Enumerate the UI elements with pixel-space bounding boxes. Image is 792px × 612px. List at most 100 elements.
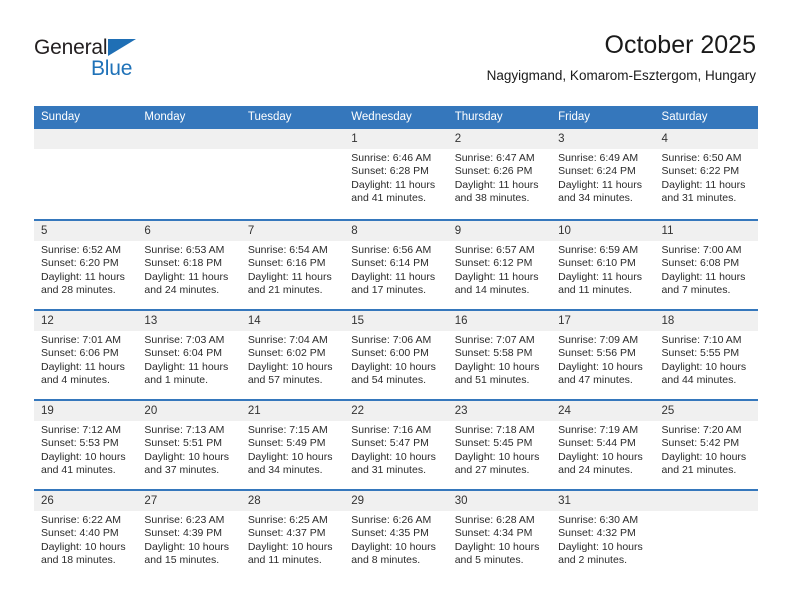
calendar-day-cell[interactable]: 8 Sunrise: 6:56 AM Sunset: 6:14 PM Daylight… <box>344 219 448 309</box>
day-details: Sunrise: 7:10 AM Sunset: 5:55 PM Daylight:… <box>655 331 758 388</box>
sunrise-text: Sunrise: 7:03 AM <box>144 334 225 346</box>
daylight-text-line1: Daylight: 10 hours <box>661 450 747 463</box>
day-number: 7 <box>240 221 345 241</box>
day-details: Sunrise: 6:23 AM Sunset: 4:39 PM Daylight:… <box>137 511 240 568</box>
calendar-week-row: 1 Sunrise: 6:46 AM Sunset: 6:28 PM Daylight… <box>34 129 758 219</box>
sunrise-text: Sunrise: 7:18 AM <box>454 424 535 436</box>
calendar-day-cell[interactable]: 1 Sunrise: 6:46 AM Sunset: 6:28 PM Daylight… <box>344 129 448 219</box>
daylight-text-line1: Daylight: 11 hours <box>247 270 332 283</box>
sunrise-text: Sunrise: 7:20 AM <box>661 424 742 436</box>
calendar-day-cell[interactable]: 3 Sunrise: 6:49 AM Sunset: 6:24 PM Daylight… <box>551 129 655 219</box>
calendar-day-cell[interactable]: 11 Sunrise: 7:00 AM Sunset: 6:08 PM Dayligh… <box>654 219 758 309</box>
daylight-text-line2: and 11 minutes. <box>247 554 322 567</box>
daylight-text-line2: and 27 minutes. <box>454 464 530 477</box>
calendar-day-cell[interactable]: 29 Sunrise: 6:26 AM Sunset: 4:35 PM Dayligh… <box>344 489 448 579</box>
daylight-text-line1: Daylight: 11 hours <box>454 178 539 191</box>
calendar-day-cell[interactable]: 15 Sunrise: 7:06 AM Sunset: 6:00 PM Dayligh… <box>344 309 448 399</box>
day-cell-inner: 1 Sunrise: 6:46 AM Sunset: 6:28 PM Daylight… <box>344 129 448 219</box>
sunrise-text: Sunrise: 7:19 AM <box>558 424 639 436</box>
day-number: 12 <box>34 311 138 331</box>
daylight-text-line2: and 51 minutes. <box>454 374 530 387</box>
calendar-day-cell[interactable]: 28 Sunrise: 6:25 AM Sunset: 4:37 PM Dayligh… <box>240 489 345 579</box>
daylight-text-line1: Daylight: 10 hours <box>247 450 333 463</box>
calendar-day-cell[interactable]: 21 Sunrise: 7:15 AM Sunset: 5:49 PM Dayligh… <box>240 399 345 489</box>
calendar-day-cell[interactable]: 26 Sunrise: 6:22 AM Sunset: 4:40 PM Dayligh… <box>34 489 138 579</box>
day-cell-inner: 21 Sunrise: 7:15 AM Sunset: 5:49 PM Dayligh… <box>240 399 345 489</box>
sunset-text: Sunset: 4:39 PM <box>144 527 223 540</box>
page-header: General Blue October 2025 Nagyigmand, Ko… <box>0 0 792 104</box>
day-details: Sunrise: 6:22 AM Sunset: 4:40 PM Daylight:… <box>34 511 137 568</box>
sunrise-text: Sunrise: 6:47 AM <box>454 152 535 164</box>
sunrise-text: Sunrise: 7:10 AM <box>661 334 742 346</box>
sunrise-text: Sunrise: 6:26 AM <box>351 514 432 526</box>
calendar-day-cell[interactable]: 17 Sunrise: 7:09 AM Sunset: 5:56 PM Dayligh… <box>551 309 655 399</box>
daylight-text-line1: Daylight: 10 hours <box>661 360 747 373</box>
daylight-text-line1: Daylight: 10 hours <box>247 360 333 373</box>
calendar-day-cell[interactable]: 22 Sunrise: 7:16 AM Sunset: 5:47 PM Dayligh… <box>344 399 448 489</box>
calendar-day-cell[interactable]: 6 Sunrise: 6:53 AM Sunset: 6:18 PM Daylight… <box>137 219 241 309</box>
sunset-text: Sunset: 5:44 PM <box>558 437 636 450</box>
day-number: 27 <box>137 491 241 511</box>
day-cell-inner: 5 Sunrise: 6:52 AM Sunset: 6:20 PM Daylight… <box>34 219 138 309</box>
day-number: 26 <box>34 491 138 511</box>
day-details: Sunrise: 7:01 AM Sunset: 6:06 PM Daylight:… <box>34 331 137 388</box>
daylight-text-line2: and 4 minutes. <box>41 374 110 387</box>
daylight-text-line1: Daylight: 10 hours <box>351 450 436 463</box>
sunset-text: Sunset: 4:37 PM <box>247 527 326 540</box>
day-cell-inner: 19 Sunrise: 7:12 AM Sunset: 5:53 PM Dayligh… <box>34 399 138 489</box>
calendar-day-cell[interactable]: 5 Sunrise: 6:52 AM Sunset: 6:20 PM Daylight… <box>34 219 138 309</box>
sunset-text: Sunset: 6:22 PM <box>661 165 740 178</box>
calendar-day-cell[interactable]: 9 Sunrise: 6:57 AM Sunset: 6:12 PM Daylight… <box>447 219 552 309</box>
day-cell-inner: 7 Sunrise: 6:54 AM Sunset: 6:16 PM Daylight… <box>240 219 345 309</box>
day-number: 15 <box>344 311 448 331</box>
calendar-day-cell[interactable] <box>137 129 241 219</box>
calendar-day-cell[interactable]: 27 Sunrise: 6:23 AM Sunset: 4:39 PM Dayligh… <box>137 489 241 579</box>
sunset-text: Sunset: 5:47 PM <box>351 437 429 450</box>
calendar-day-cell[interactable]: 25 Sunrise: 7:20 AM Sunset: 5:42 PM Dayligh… <box>654 399 758 489</box>
daylight-text-line2: and 44 minutes. <box>661 374 737 387</box>
day-number: 14 <box>240 311 345 331</box>
calendar-day-cell[interactable]: 10 Sunrise: 6:59 AM Sunset: 6:10 PM Dayligh… <box>551 219 655 309</box>
calendar-day-cell[interactable]: 24 Sunrise: 7:19 AM Sunset: 5:44 PM Dayligh… <box>551 399 655 489</box>
sunset-text: Sunset: 6:14 PM <box>351 257 429 270</box>
general-blue-logo[interactable]: General Blue <box>34 36 164 84</box>
day-cell-inner: 13 Sunrise: 7:03 AM Sunset: 6:04 PM Dayligh… <box>137 309 241 399</box>
sunrise-text: Sunrise: 6:57 AM <box>454 244 535 256</box>
sunset-text: Sunset: 5:49 PM <box>247 437 326 450</box>
calendar-day-cell[interactable] <box>240 129 345 219</box>
calendar-day-cell[interactable]: 16 Sunrise: 7:07 AM Sunset: 5:58 PM Dayligh… <box>447 309 552 399</box>
calendar-day-cell[interactable]: 20 Sunrise: 7:13 AM Sunset: 5:51 PM Dayligh… <box>137 399 241 489</box>
calendar-day-cell[interactable] <box>34 129 138 219</box>
daylight-text-line1: Daylight: 10 hours <box>454 540 540 553</box>
calendar-day-cell[interactable]: 13 Sunrise: 7:03 AM Sunset: 6:04 PM Dayligh… <box>137 309 241 399</box>
calendar-week-row: 19 Sunrise: 7:12 AM Sunset: 5:53 PM Dayligh… <box>34 399 758 489</box>
day-details: Sunrise: 6:52 AM Sunset: 6:20 PM Daylight:… <box>34 241 137 298</box>
calendar-day-cell[interactable]: 31 Sunrise: 6:30 AM Sunset: 4:32 PM Dayligh… <box>551 489 655 579</box>
calendar-day-cell[interactable]: 14 Sunrise: 7:04 AM Sunset: 6:02 PM Dayligh… <box>240 309 345 399</box>
day-number: 24 <box>551 401 655 421</box>
day-details: Sunrise: 7:18 AM Sunset: 5:45 PM Daylight:… <box>448 421 551 478</box>
sunset-text: Sunset: 5:55 PM <box>661 347 740 360</box>
calendar-body: 1 Sunrise: 6:46 AM Sunset: 6:28 PM Daylight… <box>34 129 758 579</box>
calendar-day-cell[interactable]: 4 Sunrise: 6:50 AM Sunset: 6:22 PM Daylight… <box>654 129 758 219</box>
calendar-day-cell[interactable]: 7 Sunrise: 6:54 AM Sunset: 6:16 PM Daylight… <box>240 219 345 309</box>
calendar-day-cell[interactable]: 2 Sunrise: 6:47 AM Sunset: 6:26 PM Daylight… <box>447 129 552 219</box>
day-cell-inner <box>654 489 758 579</box>
daylight-text-line1: Daylight: 10 hours <box>41 450 126 463</box>
calendar-day-cell[interactable]: 12 Sunrise: 7:01 AM Sunset: 6:06 PM Dayligh… <box>34 309 138 399</box>
day-cell-inner: 26 Sunrise: 6:22 AM Sunset: 4:40 PM Dayligh… <box>34 489 138 579</box>
weekday-header-thursday: Thursday <box>447 106 552 129</box>
day-number: 4 <box>654 129 758 149</box>
day-number: 16 <box>447 311 552 331</box>
daylight-text-line1: Daylight: 11 hours <box>144 270 229 283</box>
calendar-day-cell[interactable]: 18 Sunrise: 7:10 AM Sunset: 5:55 PM Dayligh… <box>654 309 758 399</box>
calendar-day-cell[interactable] <box>654 489 758 579</box>
day-cell-inner: 10 Sunrise: 6:59 AM Sunset: 6:10 PM Dayligh… <box>551 219 655 309</box>
calendar-day-cell[interactable]: 19 Sunrise: 7:12 AM Sunset: 5:53 PM Dayligh… <box>34 399 138 489</box>
day-cell-inner: 6 Sunrise: 6:53 AM Sunset: 6:18 PM Daylight… <box>137 219 241 309</box>
day-number <box>137 129 241 149</box>
daylight-text-line2: and 28 minutes. <box>41 284 116 297</box>
day-cell-inner: 12 Sunrise: 7:01 AM Sunset: 6:06 PM Dayligh… <box>34 309 138 399</box>
calendar-day-cell[interactable]: 30 Sunrise: 6:28 AM Sunset: 4:34 PM Dayligh… <box>447 489 552 579</box>
calendar-day-cell[interactable]: 23 Sunrise: 7:18 AM Sunset: 5:45 PM Dayligh… <box>447 399 552 489</box>
